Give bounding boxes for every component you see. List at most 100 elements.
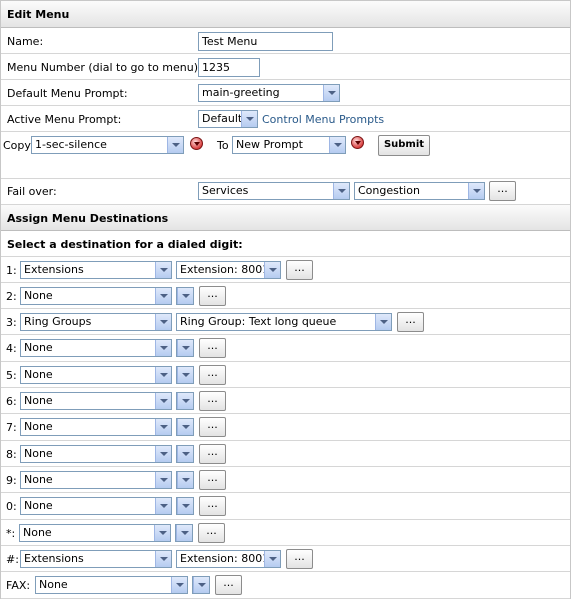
dropdown-arrow-icon [155, 262, 171, 278]
edit-menu-header: Edit Menu [1, 1, 570, 28]
dropdown-arrow-icon [177, 340, 193, 356]
menu-number-row: Menu Number (dial to go to menu): 1235 [1, 54, 570, 80]
destination-type-select[interactable]: None [20, 418, 172, 436]
digit-key-label: FAX: [6, 579, 31, 592]
destination-select[interactable]: Ring Group: Text long queue [176, 313, 392, 331]
dropdown-arrow-icon [155, 340, 171, 356]
destination-select[interactable] [176, 339, 194, 357]
destination-select[interactable] [176, 392, 194, 410]
digit-row: 1: Extensions Extension: 8001... [1, 257, 570, 283]
dropdown-arrow-icon [155, 419, 171, 435]
digit-key-label: 5: [6, 369, 17, 382]
digit-key-label: #: [6, 553, 19, 566]
digit-key-label: 4: [6, 342, 17, 355]
active-prompt-row: Active Menu Prompt: Default Control Menu… [1, 106, 570, 132]
active-prompt-select[interactable]: Default [198, 110, 258, 128]
more-button[interactable]: ... [286, 549, 313, 569]
more-button[interactable]: ... [198, 523, 225, 543]
destination-select[interactable] [176, 418, 194, 436]
destination-type-select[interactable]: None [20, 392, 172, 410]
more-button[interactable]: ... [286, 260, 313, 280]
destination-type-value: Extensions [24, 552, 84, 565]
dropdown-arrow-icon [155, 551, 171, 567]
copy-from-select[interactable]: 1-sec-silence [31, 136, 184, 154]
destination-select[interactable] [176, 497, 194, 515]
digit-row: 9: None... [1, 467, 570, 493]
destination-type-select[interactable]: None [20, 471, 172, 489]
more-button[interactable]: ... [215, 575, 242, 595]
destination-type-select[interactable]: None [35, 576, 188, 594]
default-prompt-select[interactable]: main-greeting [198, 84, 340, 102]
menu-number-input[interactable]: 1235 [198, 58, 260, 77]
instruction-text: Select a destination for a dialed digit: [7, 238, 243, 251]
destination-select[interactable] [192, 576, 210, 594]
destination-type-select[interactable]: Ring Groups [20, 313, 172, 331]
more-button[interactable]: ... [199, 417, 226, 437]
dropdown-arrow-icon [264, 262, 280, 278]
digit-key-label: 2: [6, 290, 17, 303]
play-prompt-icon[interactable] [190, 137, 203, 150]
digit-row: 7: None... [1, 414, 570, 441]
dropdown-arrow-icon [154, 525, 170, 541]
dropdown-arrow-icon [177, 288, 193, 304]
destination-type-select[interactable]: None [20, 339, 172, 357]
destination-select[interactable] [176, 445, 194, 463]
name-input[interactable]: Test Menu [198, 32, 333, 51]
destination-select[interactable] [176, 366, 194, 384]
destination-type-select[interactable]: None [20, 366, 172, 384]
failover-label: Fail over: [7, 185, 57, 198]
destination-type-select[interactable]: None [20, 445, 172, 463]
copy-to-select[interactable]: New Prompt [232, 136, 346, 154]
dropdown-arrow-icon [167, 137, 183, 153]
more-button[interactable]: ... [397, 312, 424, 332]
active-prompt-label: Active Menu Prompt: [7, 113, 122, 126]
control-menu-prompts-link[interactable]: Control Menu Prompts [262, 113, 384, 126]
digit-key-label: 0: [6, 500, 17, 513]
dropdown-arrow-icon [155, 367, 171, 383]
destination-type-value: None [39, 578, 68, 591]
more-button[interactable]: ... [199, 444, 226, 464]
copy-from-value: 1-sec-silence [35, 138, 107, 151]
play-prompt-icon[interactable] [351, 136, 364, 149]
dropdown-arrow-icon [171, 577, 187, 593]
digit-row: *: None... [1, 520, 570, 546]
digit-row: 2: None... [1, 283, 570, 309]
name-label: Name: [7, 35, 44, 48]
more-button[interactable]: ... [199, 338, 226, 358]
submit-button[interactable]: Submit [378, 135, 430, 156]
destination-select[interactable]: Extension: 8001 [176, 550, 281, 568]
more-button[interactable]: ... [199, 470, 226, 490]
more-button[interactable]: ... [199, 365, 226, 385]
edit-menu-title: Edit Menu [7, 8, 70, 21]
more-button[interactable]: ... [489, 181, 516, 201]
dropdown-arrow-icon [468, 183, 484, 199]
destination-type-select[interactable]: Extensions [20, 261, 172, 279]
dropdown-arrow-icon [329, 137, 345, 153]
destination-type-value: None [24, 368, 53, 381]
destination-select[interactable] [175, 524, 193, 542]
failover-type-select[interactable]: Services [198, 182, 350, 200]
dropdown-arrow-icon [155, 314, 171, 330]
dropdown-arrow-icon [176, 525, 192, 541]
digit-row: 8: None... [1, 441, 570, 467]
more-button[interactable]: ... [199, 286, 226, 306]
destination-type-select[interactable]: None [19, 524, 171, 542]
dropdown-arrow-icon [177, 419, 193, 435]
destination-select[interactable]: Extension: 8001 [176, 261, 281, 279]
destination-type-select[interactable]: None [20, 287, 172, 305]
destination-type-value: None [23, 526, 52, 539]
digit-key-label: 6: [6, 395, 17, 408]
destination-select[interactable] [176, 287, 194, 305]
failover-dest-select[interactable]: Congestion [354, 182, 485, 200]
dropdown-arrow-icon [323, 85, 339, 101]
destination-type-select[interactable]: None [20, 497, 172, 515]
more-button[interactable]: ... [199, 496, 226, 516]
digit-row: 0: None... [1, 493, 570, 520]
failover-dest-value: Congestion [358, 184, 420, 197]
destination-select[interactable] [176, 471, 194, 489]
more-button[interactable]: ... [199, 391, 226, 411]
destination-type-select[interactable]: Extensions [20, 550, 172, 568]
digit-key-label: 7: [6, 421, 17, 434]
digit-key-label: 1: [6, 264, 17, 277]
dropdown-arrow-icon [375, 314, 391, 330]
